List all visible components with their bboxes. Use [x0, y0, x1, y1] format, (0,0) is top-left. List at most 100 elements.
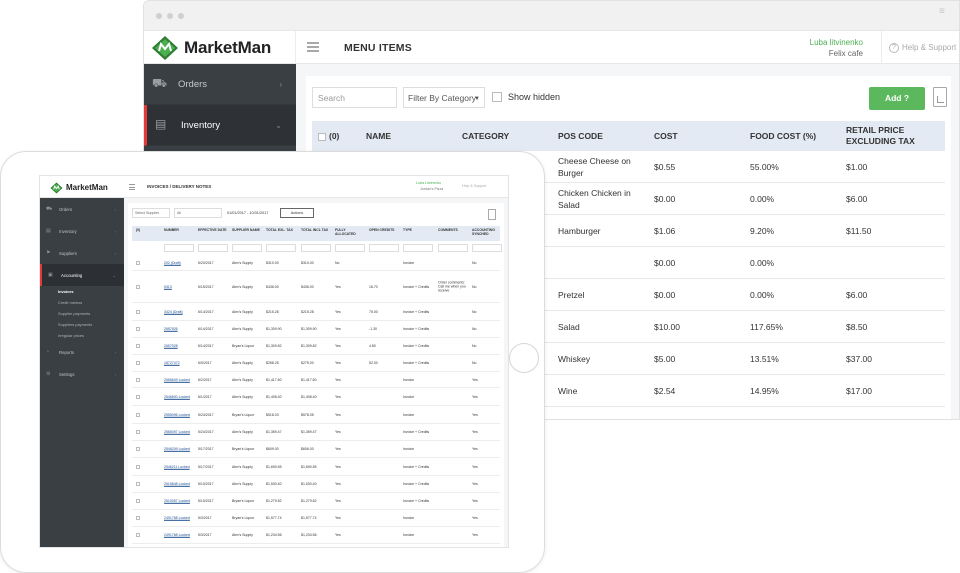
number-cell[interactable]: 2491768 Locked — [164, 516, 194, 520]
number-cell[interactable]: 2491768 Locked — [164, 533, 194, 537]
row-checkbox[interactable] — [136, 430, 140, 434]
col-total-incl[interactable]: TOTAL INCL TAX — [301, 228, 331, 232]
row-checkbox[interactable] — [136, 377, 140, 382]
actions-button[interactable]: Actions — [280, 208, 314, 218]
row-checkbox[interactable] — [136, 309, 140, 314]
hamburger-icon[interactable] — [129, 184, 135, 192]
col-total-exl[interactable]: TOTAL EXL. TAX — [266, 228, 296, 232]
export-icon[interactable] — [488, 209, 496, 220]
show-hidden-checkbox[interactable] — [492, 92, 502, 102]
sidebar-sub-suppliers-payments[interactable]: Suppliers payments — [40, 319, 124, 330]
number-cell[interactable]: 2555096 Locked — [164, 412, 194, 416]
number-cell[interactable]: 3424 (Draft) — [164, 309, 194, 313]
row-checkbox[interactable] — [136, 261, 140, 265]
sidebar-item-inventory[interactable]: ▤ Inventory › — [40, 220, 124, 242]
filter-synched[interactable] — [472, 244, 502, 252]
number-cell[interactable]: 2556649 Locked — [164, 377, 194, 381]
col-number[interactable]: NUMBER — [164, 228, 179, 232]
sidebar-item-orders[interactable]: ⛟ Orders › — [144, 64, 296, 105]
select-all-checkbox[interactable] — [318, 132, 326, 141]
export-icon[interactable] — [933, 87, 947, 107]
col-name[interactable]: NAME — [366, 131, 391, 141]
number-cell[interactable]: 2546600 Locked — [164, 394, 194, 398]
filter-incl[interactable] — [301, 244, 331, 252]
supplier-select[interactable]: Select Supplier — [132, 208, 170, 218]
sidebar-item-reports[interactable]: ◔ Reports › — [40, 341, 124, 363]
filter-type[interactable] — [403, 244, 433, 252]
col-food-cost[interactable]: FOOD COST (%) — [750, 131, 816, 141]
row-checkbox[interactable] — [136, 516, 140, 520]
sidebar-item-settings[interactable]: ⚙ Settings › — [40, 363, 124, 385]
user-name[interactable]: Luba Litvinenko — [416, 181, 441, 185]
sidebar-item-accounting[interactable]: ▣ Accounting ⌄ — [40, 264, 124, 286]
help-button[interactable]: Help & Support — [462, 184, 486, 188]
table-row[interactable]: 2546600 Locked 6/1/2017 Alex's Supply $1,40… — [132, 388, 500, 406]
number-cell[interactable]: 2546209 Locked — [164, 447, 194, 451]
row-checkbox[interactable] — [136, 464, 140, 469]
table-row[interactable]: 2555096 Locked 5/24/2017 Bryan's Liquor $51… — [132, 406, 500, 424]
table-row[interactable]: 2556649 Locked 6/2/2017 Alex's Supply $1,41… — [132, 372, 500, 388]
sidebar-sub-invoices[interactable]: Invoices — [40, 286, 124, 297]
search-input[interactable]: Search — [312, 87, 397, 108]
logo[interactable]: MarketMan — [144, 31, 296, 64]
table-row[interactable]: 2519057 Locked 5/10/2017 Bryan's Liquor $1,… — [132, 493, 500, 510]
col-retail-price[interactable]: RETAIL PRICE EXCLUDING TAX — [846, 125, 915, 147]
table-row[interactable]: 5313 6/15/2017 Alex's Supply $436.00 $436.00… — [132, 271, 500, 303]
show-hidden-toggle[interactable]: Show hidden — [492, 92, 560, 102]
number-cell[interactable]: 2515648 Locked — [164, 482, 194, 486]
table-row[interactable]: 18727472 6/9/2017 Alex's Supply $258.25 $275… — [132, 355, 500, 372]
add-button[interactable]: Add ? — [869, 87, 925, 110]
row-checkbox[interactable] — [136, 361, 140, 365]
col-type[interactable]: TYPE — [403, 228, 412, 232]
row-checkbox[interactable] — [136, 412, 140, 417]
row-checkbox[interactable] — [136, 344, 140, 348]
col-accounting-synched[interactable]: ACCOUNTING SYNCHED — [472, 228, 506, 236]
date-range[interactable]: 01/01/2017 - 10/31/2017 — [227, 211, 268, 215]
hamburger-icon[interactable] — [307, 42, 319, 52]
logo[interactable]: MarketMan — [40, 176, 124, 198]
table-row[interactable]: 202 (Draft) 6/20/2017 Alex's Supply $310.00… — [132, 256, 500, 271]
col-fully-allocated[interactable]: FULLY ALLOCATED — [335, 228, 365, 236]
user-name[interactable]: Luba litvinenko — [810, 38, 863, 47]
row-checkbox[interactable] — [136, 533, 140, 537]
category-filter[interactable]: Filter By Category ▼ — [403, 87, 485, 108]
table-row[interactable]: 2546211 Locked 5/17/2017 Alex's Supply $1,6… — [132, 458, 500, 476]
status-select[interactable]: All — [174, 208, 222, 218]
row-checkbox[interactable] — [136, 284, 140, 289]
col-select[interactable]: (0) — [136, 228, 140, 232]
sidebar-item-suppliers[interactable]: ⚑ Suppliers › — [40, 242, 124, 264]
table-row[interactable]: 2491768 Locked 5/3/2017 Alex's Supply $1,23… — [132, 527, 500, 544]
row-checkbox[interactable] — [136, 482, 140, 486]
number-cell[interactable]: 5313 — [164, 284, 194, 288]
browser-menu-icon[interactable]: ≡ — [939, 7, 949, 17]
table-row[interactable]: 3424 (Draft) 6/14/2017 Alex's Supply $215.2… — [132, 303, 500, 321]
col-cost[interactable]: COST — [654, 131, 678, 141]
table-row[interactable]: 2565097 Locked 5/24/2017 Alex's Supply $1,3… — [132, 424, 500, 441]
number-cell[interactable]: 2657928 — [164, 344, 194, 348]
sidebar-sub-credit-memos[interactable]: Credit memos — [40, 297, 124, 308]
select-all-header[interactable]: (0) — [318, 131, 339, 141]
col-pos-code[interactable]: POS CODE — [558, 131, 603, 141]
col-effective-date[interactable]: EFFECTIVE DATE — [198, 228, 228, 232]
filter-allocated[interactable] — [335, 244, 365, 252]
number-cell[interactable]: 2657926 — [164, 327, 194, 331]
col-supplier-name[interactable]: SUPPLIER NAME — [232, 228, 262, 232]
help-button[interactable]: ? Help & Support — [881, 31, 959, 64]
col-open-credits[interactable]: OPEN CREDITS — [369, 228, 399, 232]
col-comments[interactable]: COMMENTS — [438, 228, 458, 232]
col-category[interactable]: CATEGORY — [462, 131, 509, 141]
sidebar-sub-supplier-payments[interactable]: Supplier payments — [40, 308, 124, 319]
filter-comments[interactable] — [438, 244, 468, 252]
filter-exl[interactable] — [266, 244, 296, 252]
sidebar-item-inventory[interactable]: ▤ Inventory ⌄ — [144, 105, 296, 146]
table-row[interactable]: 2491768 Locked 5/3/2017 Bryan's Liquor $1,5… — [132, 510, 500, 527]
sidebar-item-orders[interactable]: ⛟ Orders › — [40, 198, 124, 220]
row-checkbox[interactable] — [136, 327, 140, 331]
row-checkbox[interactable] — [136, 499, 140, 503]
filter-supplier[interactable] — [232, 244, 262, 252]
filter-number[interactable] — [164, 244, 194, 252]
row-checkbox[interactable] — [136, 447, 140, 451]
table-row[interactable]: 2515648 Locked 5/10/2017 Alex's Supply $1,5… — [132, 476, 500, 493]
number-cell[interactable]: 2519057 Locked — [164, 499, 194, 503]
number-cell[interactable]: 202 (Draft) — [164, 261, 194, 265]
